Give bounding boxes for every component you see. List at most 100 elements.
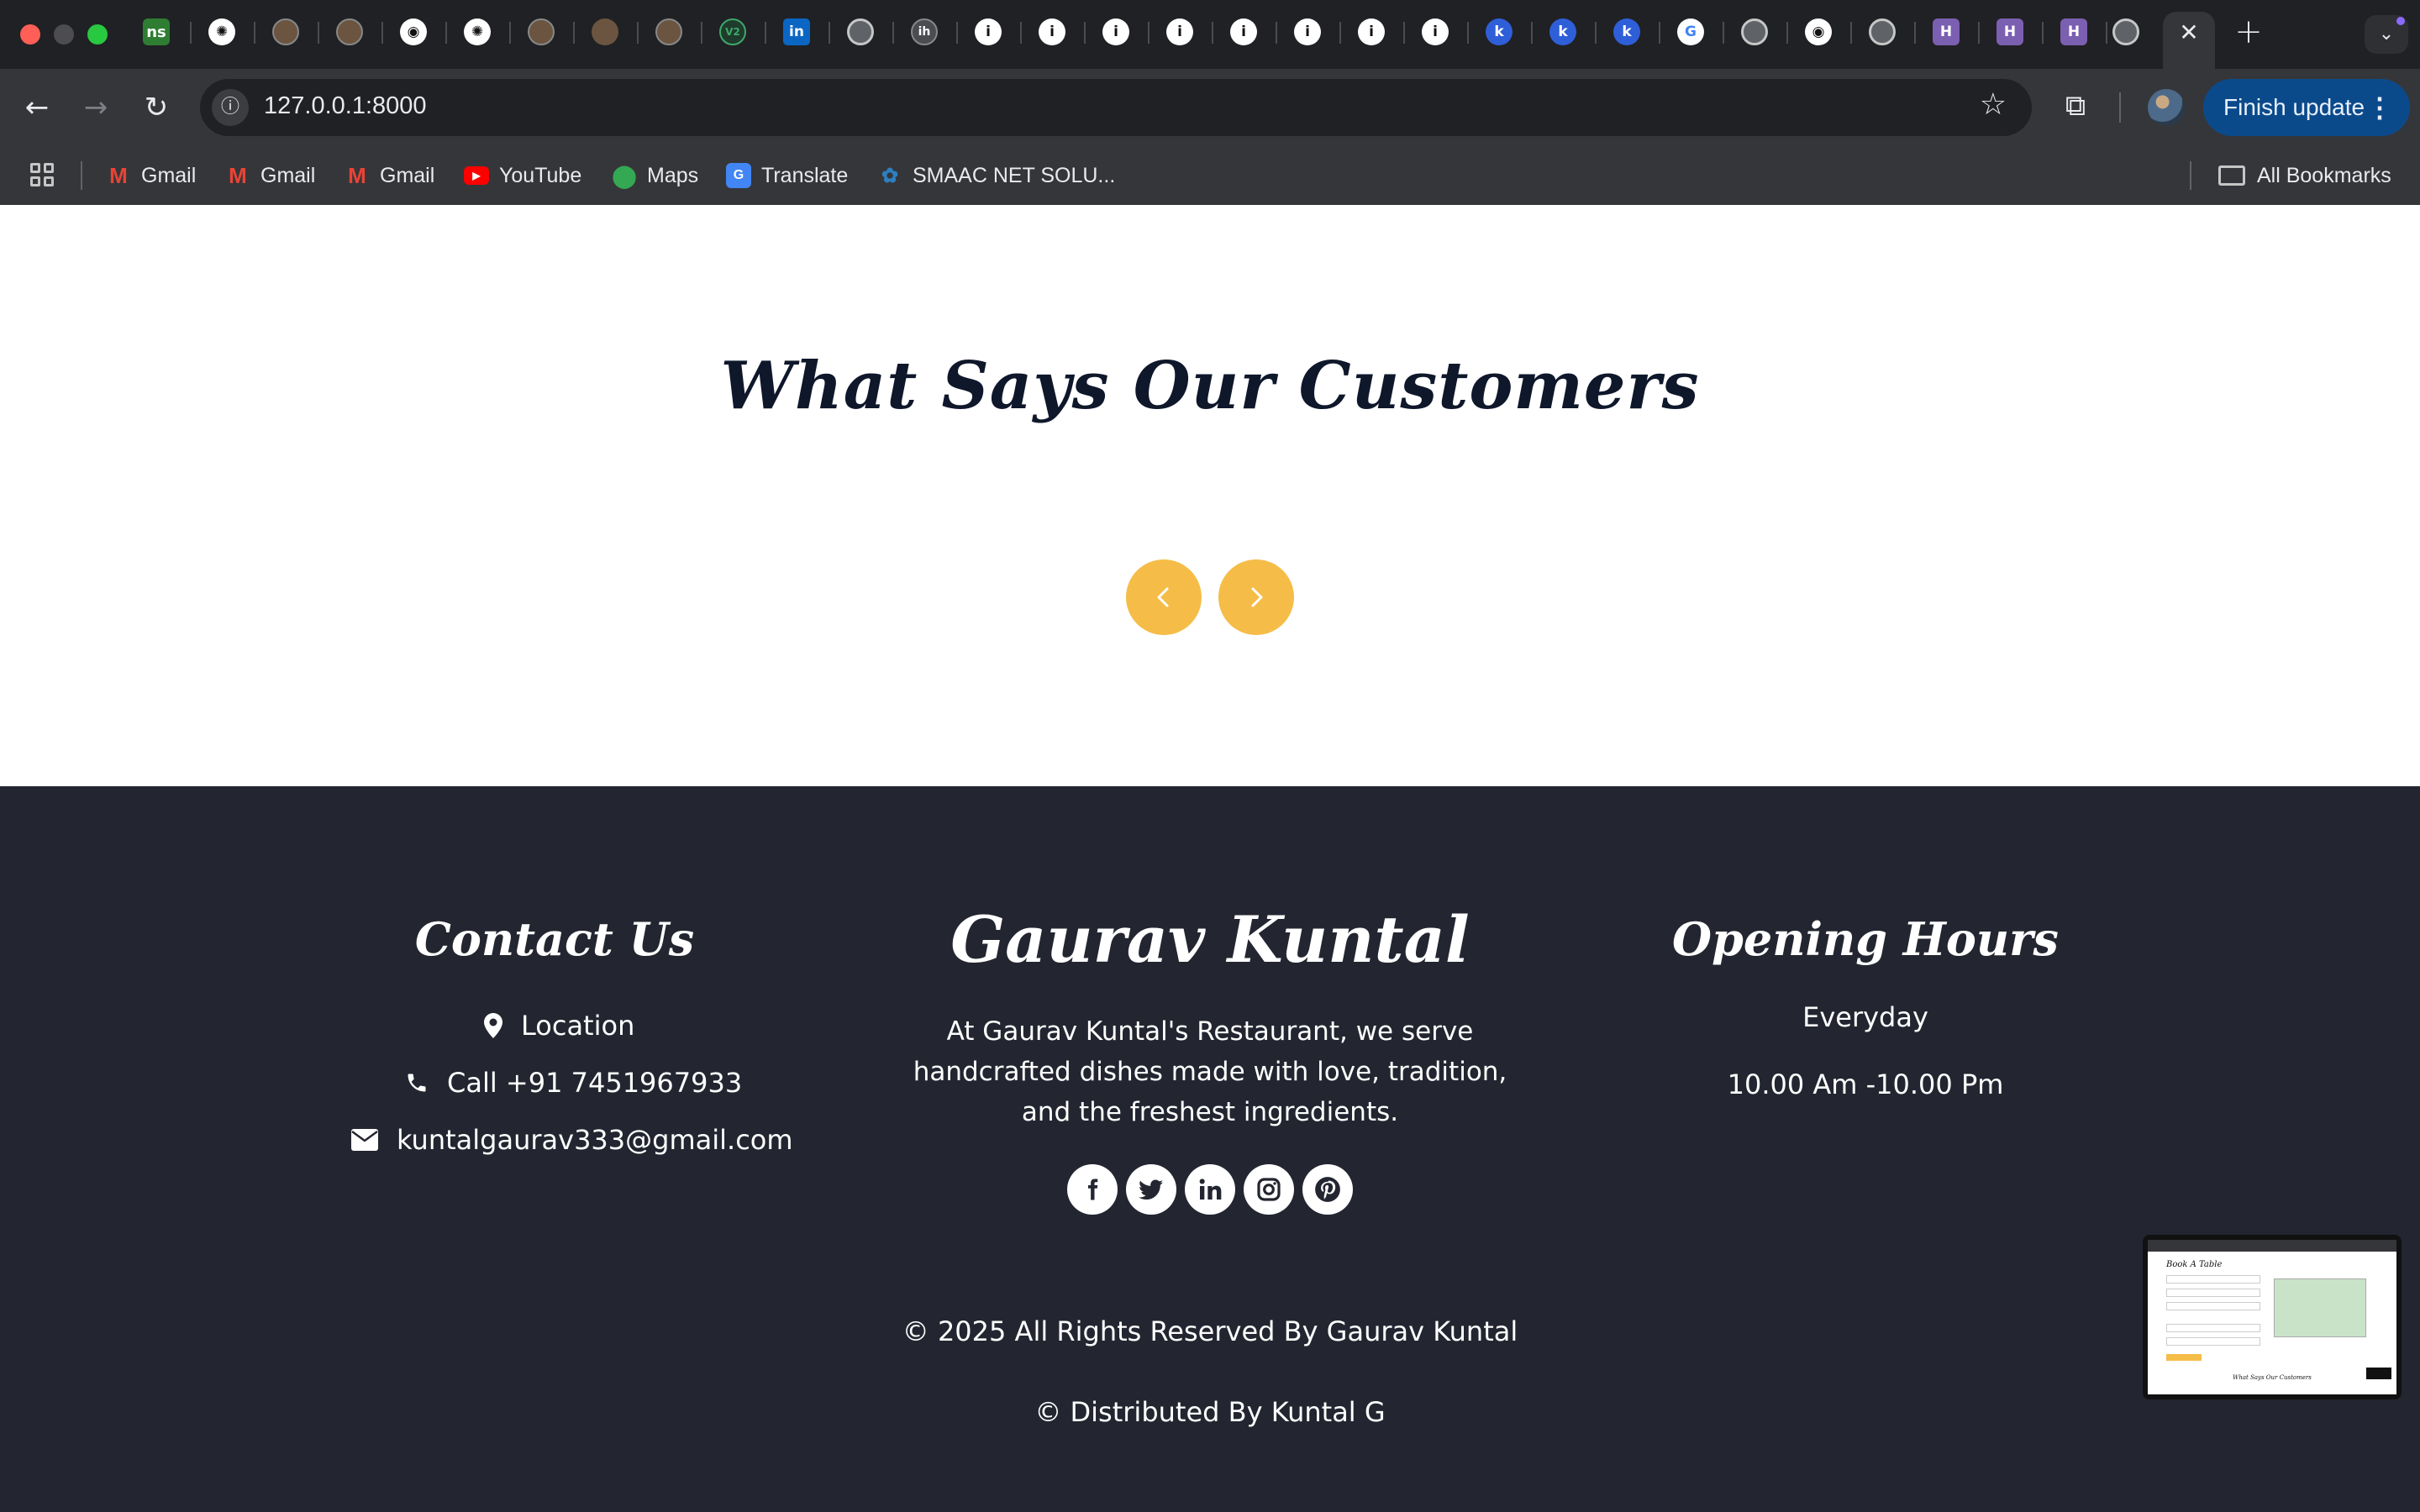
tab-globe-icon[interactable] bbox=[1869, 18, 1896, 45]
copyright-text: © 2025 All Rights Reserved By Gaurav Kun… bbox=[902, 1315, 1518, 1347]
bookmark-smaac[interactable]: ✿ SMAAC NET SOLU... bbox=[877, 158, 1115, 193]
tab-separator bbox=[1212, 22, 1213, 44]
tab-separator bbox=[381, 22, 383, 44]
envelope-icon bbox=[351, 1129, 378, 1151]
tab-separator bbox=[1786, 22, 1788, 44]
tab-google-icon[interactable]: G bbox=[1677, 18, 1704, 45]
tab-chatgpt-icon[interactable]: ✺ bbox=[464, 18, 491, 45]
map-marker-icon bbox=[484, 1013, 502, 1038]
bookmark-label: Translate bbox=[761, 163, 849, 187]
linkedin-icon bbox=[1199, 1179, 1222, 1200]
tab-info-icon[interactable]: i bbox=[1230, 18, 1257, 45]
carousel-prev-button[interactable] bbox=[1126, 559, 1202, 635]
thumbnail-heading: Book A Table bbox=[2166, 1260, 2223, 1269]
facebook-button[interactable] bbox=[1067, 1164, 1118, 1215]
tab-chatgpt-icon[interactable]: ✺ bbox=[208, 18, 235, 45]
tab-separator bbox=[254, 22, 255, 44]
screenshot-preview-thumbnail[interactable]: Book A Table What Says Our Customers bbox=[2143, 1235, 2402, 1399]
pinterest-icon bbox=[1315, 1177, 1340, 1202]
distributed-text: © Distributed By Kuntal G bbox=[1034, 1396, 1386, 1428]
address-bar[interactable]: ⓘ 127.0.0.1:8000 ☆ bbox=[200, 79, 2032, 136]
apps-grid-icon[interactable] bbox=[30, 163, 55, 188]
finish-update-button[interactable]: Finish update ⋮ bbox=[2203, 79, 2410, 136]
tab-globe-icon[interactable] bbox=[847, 18, 874, 45]
tab-globe-icon[interactable] bbox=[2112, 18, 2139, 45]
brand-description: At Gaurav Kuntal's Restaurant, we serve … bbox=[913, 1016, 1507, 1127]
tab-search-button[interactable]: ⌄ bbox=[2365, 15, 2408, 54]
extensions-icon[interactable]: ⧉ bbox=[2057, 87, 2094, 124]
maps-icon: ⬤ bbox=[612, 162, 637, 188]
tab-wood-icon[interactable] bbox=[528, 18, 555, 45]
tab-ns-icon[interactable]: ns bbox=[143, 18, 170, 45]
tab-wood-icon[interactable] bbox=[592, 18, 618, 45]
tab-heroku-icon[interactable]: H bbox=[2060, 18, 2087, 45]
tab-separator bbox=[1148, 22, 1150, 44]
bookmark-label: Gmail bbox=[260, 163, 316, 187]
phone-text[interactable]: Call +91 7451967933 bbox=[447, 1067, 742, 1099]
twitter-icon bbox=[1139, 1179, 1164, 1200]
menu-kebab-icon[interactable]: ⋮ bbox=[2366, 79, 2393, 136]
twitter-button[interactable] bbox=[1126, 1164, 1176, 1215]
bookmark-label: SMAAC NET SOLU... bbox=[913, 163, 1116, 187]
contact-phone: Call +91 7451967933 bbox=[405, 1067, 742, 1099]
tab-k-icon[interactable]: k bbox=[1486, 18, 1512, 45]
forward-button[interactable]: → bbox=[76, 87, 116, 128]
bookmarks-bar: M Gmail M Gmail M Gmail ▶ YouTube ⬤ Maps… bbox=[0, 146, 2420, 205]
pinterest-button[interactable] bbox=[1302, 1164, 1353, 1215]
close-window-button[interactable] bbox=[20, 24, 40, 45]
tab-ih-icon[interactable]: ih bbox=[911, 18, 938, 45]
instagram-button[interactable] bbox=[1244, 1164, 1294, 1215]
site-footer: Contact Us Location Call +91 7451967933 … bbox=[0, 786, 2420, 1512]
tab-k-icon[interactable]: k bbox=[1549, 18, 1576, 45]
site-info-icon[interactable]: ⓘ bbox=[212, 89, 249, 126]
new-tab-button[interactable]: + bbox=[2233, 15, 2264, 49]
bookmark-translate[interactable]: G Translate bbox=[726, 158, 848, 193]
tab-separator bbox=[1531, 22, 1533, 44]
translate-icon: G bbox=[726, 163, 751, 188]
thumbnail-form-field bbox=[2166, 1275, 2260, 1284]
all-bookmarks-button[interactable]: All Bookmarks bbox=[2218, 158, 2391, 193]
profile-avatar[interactable] bbox=[2148, 89, 2185, 126]
bookmark-gmail[interactable]: M Gmail bbox=[106, 158, 196, 193]
bookmark-youtube[interactable]: ▶ YouTube bbox=[464, 158, 581, 193]
tab-separator bbox=[1850, 22, 1852, 44]
reload-button[interactable]: ↻ bbox=[136, 87, 176, 128]
tab-linkedin-icon[interactable]: in bbox=[783, 18, 810, 45]
tab-heroku-icon[interactable]: H bbox=[1996, 18, 2023, 45]
minimize-window-button[interactable] bbox=[54, 24, 74, 45]
back-button[interactable]: ← bbox=[17, 87, 57, 128]
tab-wood-icon[interactable] bbox=[655, 18, 682, 45]
bookmark-maps[interactable]: ⬤ Maps bbox=[612, 158, 698, 193]
email-text[interactable]: kuntalgaurav333@gmail.com bbox=[397, 1124, 793, 1156]
url-text[interactable]: 127.0.0.1:8000 bbox=[264, 92, 427, 120]
tab-info-icon[interactable]: i bbox=[1358, 18, 1385, 45]
instagram-icon bbox=[1257, 1178, 1281, 1201]
tab-separator bbox=[701, 22, 702, 44]
tab-separator bbox=[1467, 22, 1469, 44]
bookmark-gmail[interactable]: M Gmail bbox=[225, 158, 315, 193]
maximize-window-button[interactable] bbox=[87, 24, 108, 45]
close-tab-icon[interactable]: ✕ bbox=[2176, 20, 2202, 45]
tab-info-icon[interactable]: i bbox=[1422, 18, 1449, 45]
tab-info-icon[interactable]: i bbox=[1294, 18, 1321, 45]
tab-wood-icon[interactable] bbox=[272, 18, 299, 45]
bookmark-label: Maps bbox=[647, 163, 699, 187]
tab-k-icon[interactable]: k bbox=[1613, 18, 1640, 45]
linkedin-button[interactable] bbox=[1185, 1164, 1235, 1215]
tab-v2-icon[interactable]: V2 bbox=[719, 18, 746, 45]
contact-heading: Contact Us bbox=[414, 912, 695, 966]
bookmark-star-icon[interactable]: ☆ bbox=[1980, 87, 2007, 122]
bookmark-gmail[interactable]: M Gmail bbox=[345, 158, 434, 193]
tab-github-icon[interactable]: ◉ bbox=[1805, 18, 1832, 45]
tab-separator bbox=[1595, 22, 1597, 44]
tab-info-icon[interactable]: i bbox=[1102, 18, 1129, 45]
tab-heroku-icon[interactable]: H bbox=[1933, 18, 1960, 45]
tab-globe-icon[interactable] bbox=[1741, 18, 1768, 45]
tab-info-icon[interactable]: i bbox=[1039, 18, 1065, 45]
contact-location: Location bbox=[484, 1010, 634, 1042]
tab-info-icon[interactable]: i bbox=[1166, 18, 1193, 45]
tab-wood-icon[interactable] bbox=[336, 18, 363, 45]
tab-github-icon[interactable]: ◉ bbox=[400, 18, 427, 45]
carousel-next-button[interactable] bbox=[1218, 559, 1294, 635]
tab-info-icon[interactable]: i bbox=[975, 18, 1002, 45]
